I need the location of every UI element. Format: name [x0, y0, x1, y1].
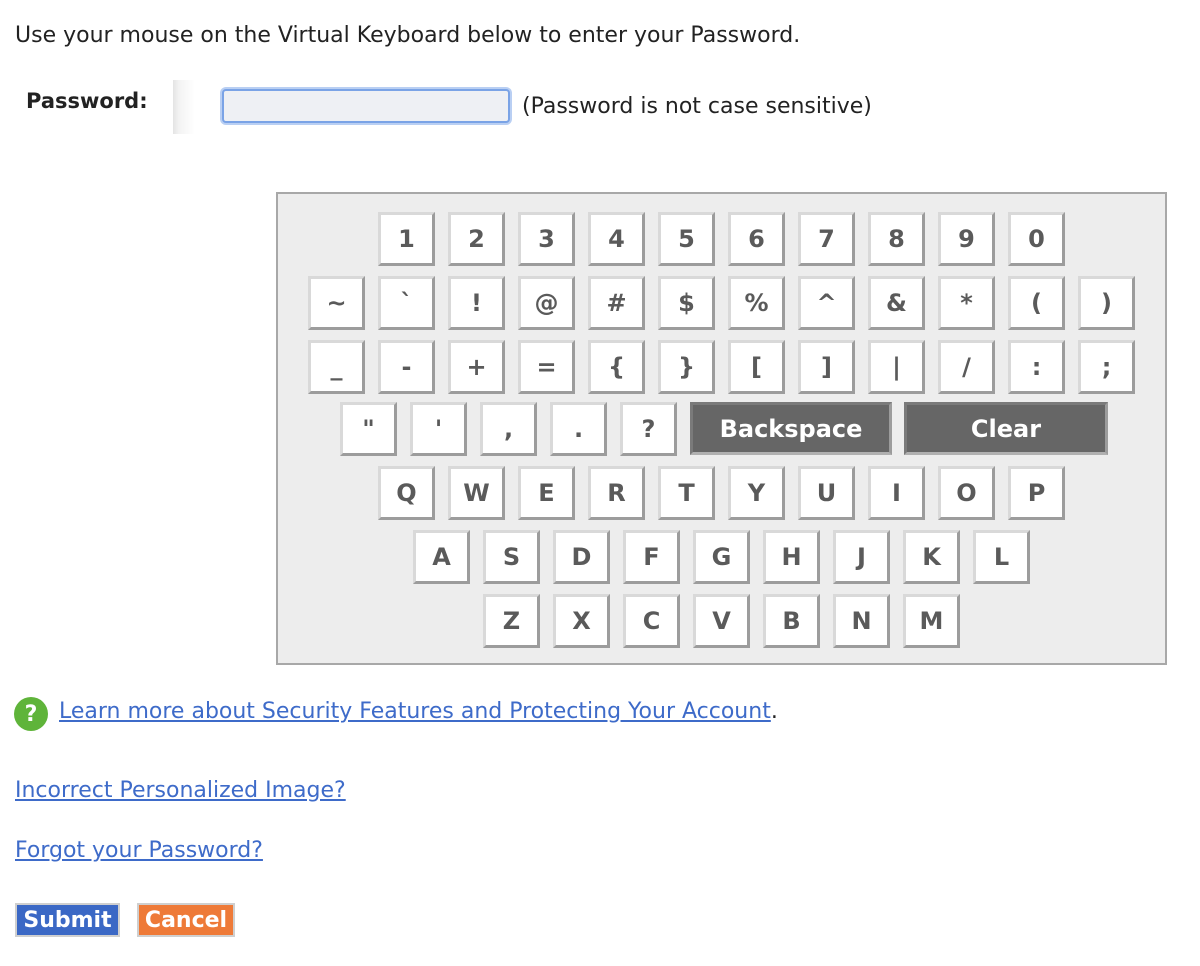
key-6-4[interactable]: B: [763, 594, 820, 648]
key-1-1[interactable]: `: [378, 276, 435, 330]
key-6-6[interactable]: M: [903, 594, 960, 648]
question-icon: ?: [14, 697, 48, 731]
key-2-4[interactable]: {: [588, 340, 645, 394]
key-2-5[interactable]: }: [658, 340, 715, 394]
key-3-4[interactable]: ?: [620, 402, 677, 456]
security-features-link[interactable]: Learn more about Security Features and P…: [59, 699, 771, 724]
key-4-9[interactable]: P: [1008, 466, 1065, 520]
key-2-7[interactable]: ]: [798, 340, 855, 394]
divider: [173, 80, 195, 134]
key-1-5[interactable]: $: [658, 276, 715, 330]
key-0-8[interactable]: 9: [938, 212, 995, 266]
clear-key[interactable]: Clear: [904, 402, 1108, 455]
key-3-1[interactable]: ': [410, 402, 467, 456]
key-3-0[interactable]: ": [340, 402, 397, 456]
key-0-9[interactable]: 0: [1008, 212, 1065, 266]
key-1-10[interactable]: (: [1008, 276, 1065, 330]
help-line: Learn more about Security Features and P…: [59, 699, 778, 724]
login-page: Use your mouse on the Virtual Keyboard b…: [0, 0, 1200, 966]
key-1-3[interactable]: @: [518, 276, 575, 330]
key-1-0[interactable]: ~: [308, 276, 365, 330]
help-suffix: .: [770, 699, 778, 724]
key-2-10[interactable]: :: [1008, 340, 1065, 394]
key-4-7[interactable]: I: [868, 466, 925, 520]
key-4-3[interactable]: R: [588, 466, 645, 520]
key-3-3[interactable]: .: [550, 402, 607, 456]
key-5-4[interactable]: G: [693, 530, 750, 584]
key-4-4[interactable]: T: [658, 466, 715, 520]
key-4-6[interactable]: U: [798, 466, 855, 520]
key-4-8[interactable]: O: [938, 466, 995, 520]
key-2-6[interactable]: [: [728, 340, 785, 394]
password-input[interactable]: [222, 89, 510, 123]
key-6-3[interactable]: V: [693, 594, 750, 648]
key-4-2[interactable]: E: [518, 466, 575, 520]
key-5-6[interactable]: J: [833, 530, 890, 584]
key-0-4[interactable]: 5: [658, 212, 715, 266]
key-5-1[interactable]: S: [483, 530, 540, 584]
key-2-1[interactable]: -: [378, 340, 435, 394]
key-4-0[interactable]: Q: [378, 466, 435, 520]
key-5-3[interactable]: F: [623, 530, 680, 584]
key-4-1[interactable]: W: [448, 466, 505, 520]
key-2-9[interactable]: /: [938, 340, 995, 394]
virtual-keyboard: 1 2 3 4 5 6 7 8 9 0 ~ `! @ # $% ^ & *() _ - + ={}[] | /:; " ',.? Q…: [276, 192, 1167, 665]
key-1-8[interactable]: &: [868, 276, 925, 330]
key-4-5[interactable]: Y: [728, 466, 785, 520]
key-5-8[interactable]: L: [973, 530, 1030, 584]
key-1-4[interactable]: #: [588, 276, 645, 330]
key-2-11[interactable]: ;: [1078, 340, 1135, 394]
key-3-2[interactable]: ,: [480, 402, 537, 456]
key-6-5[interactable]: N: [833, 594, 890, 648]
key-1-9[interactable]: *: [938, 276, 995, 330]
key-1-7[interactable]: ^: [798, 276, 855, 330]
instruction-text: Use your mouse on the Virtual Keyboard b…: [15, 23, 801, 48]
key-0-3[interactable]: 4: [588, 212, 645, 266]
key-0-7[interactable]: 8: [868, 212, 925, 266]
key-0-2[interactable]: 3: [518, 212, 575, 266]
key-2-3[interactable]: =: [518, 340, 575, 394]
key-1-11[interactable]: ): [1078, 276, 1135, 330]
key-5-0[interactable]: A: [413, 530, 470, 584]
key-1-6[interactable]: %: [728, 276, 785, 330]
key-5-7[interactable]: K: [903, 530, 960, 584]
submit-button[interactable]: Submit: [15, 903, 120, 937]
backspace-key[interactable]: Backspace: [690, 402, 892, 455]
key-5-5[interactable]: H: [763, 530, 820, 584]
key-6-0[interactable]: Z: [483, 594, 540, 648]
key-0-5[interactable]: 6: [728, 212, 785, 266]
key-5-2[interactable]: D: [553, 530, 610, 584]
key-2-0[interactable]: _: [308, 340, 365, 394]
key-6-2[interactable]: C: [623, 594, 680, 648]
forgot-password-link[interactable]: Forgot your Password?: [15, 838, 263, 863]
key-0-6[interactable]: 7: [798, 212, 855, 266]
key-1-2[interactable]: !: [448, 276, 505, 330]
password-hint: (Password is not case sensitive): [522, 94, 872, 119]
password-label: Password:: [26, 89, 148, 113]
key-0-1[interactable]: 2: [448, 212, 505, 266]
incorrect-image-link[interactable]: Incorrect Personalized Image?: [15, 778, 346, 803]
key-2-2[interactable]: +: [448, 340, 505, 394]
key-6-1[interactable]: X: [553, 594, 610, 648]
key-2-8[interactable]: |: [868, 340, 925, 394]
key-0-0[interactable]: 1: [378, 212, 435, 266]
cancel-button[interactable]: Cancel: [137, 903, 235, 937]
